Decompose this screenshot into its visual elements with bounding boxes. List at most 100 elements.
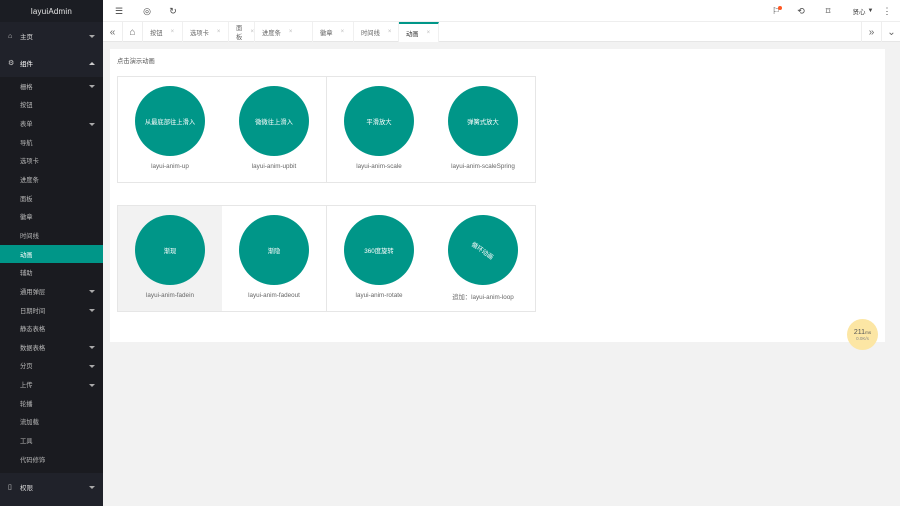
sidebar-item[interactable]: 工具 <box>0 431 103 450</box>
sidebar-item[interactable]: 栅格 <box>0 77 103 96</box>
app-root: layuiAdmin ⌂ 主页 ⚙ 组件 栅格 按钮 表单 导航 选项卡 进度条 面板 徽章时… <box>0 0 900 506</box>
anim-demo-circle[interactable]: 渐现 <box>135 215 205 285</box>
notify-dot <box>778 6 782 10</box>
tag-icon[interactable]: ⌑ <box>822 5 834 17</box>
anim-cell[interactable]: 渐现 layui-anim-fadein <box>118 206 222 311</box>
speed-note: 0.0K/s <box>856 335 869 341</box>
sidebar-item[interactable]: 时间线 <box>0 226 103 245</box>
sidebar-item[interactable]: 选项卡 <box>0 152 103 171</box>
tab-close-icon[interactable]: × <box>171 29 175 35</box>
tab-item[interactable]: 面板 × <box>229 22 255 42</box>
anim-cell[interactable]: 弹簧式放大 layui-anim-scaleSpring <box>431 77 535 182</box>
anim-demo-circle[interactable]: 循环动画 <box>434 201 532 299</box>
sidebar-group-label: 组件 <box>20 61 33 68</box>
user-name: 贤心 <box>852 9 866 16</box>
sidebar-item[interactable]: 动画 <box>0 244 103 264</box>
sidebar-item[interactable]: 日期时间 <box>0 301 103 320</box>
anim-demo-circle[interactable]: 弹簧式放大 <box>448 86 518 156</box>
anim-demo-circle[interactable]: 微微往上滑入 <box>239 86 309 156</box>
tab-close-icon[interactable]: × <box>289 29 293 35</box>
sidebar-item-label: 日期时间 <box>20 307 46 315</box>
sidebar-item[interactable]: 通用弹层 <box>0 282 103 301</box>
tab-close-icon[interactable]: × <box>217 29 221 35</box>
sidebar-item-label: 徽章 <box>20 214 33 222</box>
speed-value: 211ms <box>854 329 871 336</box>
anim-class-caption: layui-anim-scale <box>356 163 402 170</box>
bell-icon[interactable]: ⚐ <box>770 5 782 17</box>
anim-cell[interactable]: 微微往上滑入 layui-anim-upbit <box>222 77 326 182</box>
chevron-down-icon <box>89 290 95 294</box>
sidebar-item[interactable]: 代码修饰 <box>0 450 103 469</box>
anim-cell[interactable]: 循环动画 追加：layui-anim-loop <box>431 201 535 311</box>
anim-demo-circle[interactable]: 从最底部往上滑入 <box>135 86 205 156</box>
sidebar-group-label: 权限 <box>20 485 33 492</box>
sidebar-item-label: 动画 <box>20 251 33 259</box>
tab-item[interactable]: 进度条 × <box>255 22 313 42</box>
anim-cell[interactable]: 从最底部往上滑入 layui-anim-up <box>118 77 222 182</box>
tab-close-icon[interactable]: × <box>388 29 392 35</box>
tab-item[interactable]: 按钮 × <box>143 22 183 42</box>
speed-badge: 211ms 0.0K/s <box>847 319 878 350</box>
anim-cell[interactable]: 平滑放大 layui-anim-scale <box>327 77 431 182</box>
sidebar-item-label: 流加载 <box>20 419 39 427</box>
anim-demo-circle[interactable]: 渐隐 <box>239 215 309 285</box>
sidebar-item[interactable]: 导航 <box>0 133 103 152</box>
anim-row: 从最底部往上滑入 layui-anim-up 微微往上滑入 layui-anim-up… <box>117 76 536 183</box>
tabs-dropdown-icon[interactable]: ⌄ <box>881 22 900 42</box>
user-menu[interactable]: 贤心 ▼ <box>848 5 878 17</box>
tab-label: 按钮 <box>150 29 163 37</box>
home-tab-icon[interactable]: ⌂ <box>123 22 143 42</box>
globe-icon[interactable]: ◎ <box>141 5 153 17</box>
tabs-next-icon[interactable]: » <box>861 22 881 42</box>
anim-demo-circle[interactable]: 360度旋转 <box>344 215 414 285</box>
anim-demo-circle[interactable]: 平滑放大 <box>344 86 414 156</box>
sidebar-group-components[interactable]: ⚙ 组件 <box>0 54 103 72</box>
sidebar-group-label: 主页 <box>20 34 33 41</box>
anim-cell[interactable]: 360度旋转 layui-anim-rotate <box>327 206 431 311</box>
sidebar-item[interactable]: 上传 <box>0 375 103 394</box>
sidebar-item[interactable]: 表单 <box>0 114 103 133</box>
sidebar-item[interactable]: 面板 <box>0 189 103 208</box>
tab-label: 动画 <box>406 30 419 38</box>
sidebar-item-label: 按钮 <box>20 102 33 110</box>
tab-item[interactable]: 徽章 × <box>313 22 354 42</box>
speed-unit: ms <box>865 329 872 335</box>
tabs-prev-icon[interactable]: « <box>103 22 123 42</box>
tab-close-icon[interactable]: × <box>427 30 431 36</box>
top-header: ☰ ◎ ↻ ⚐ ⟲ ⌑ 贤心 ▼ ⋮ <box>103 0 900 22</box>
sidebar-item[interactable]: 静态表格 <box>0 319 103 338</box>
chevron-down-icon <box>89 346 95 350</box>
tab-close-icon[interactable]: × <box>341 29 345 35</box>
sidebar-item-label: 面板 <box>20 195 33 203</box>
more-icon[interactable]: ⋮ <box>882 5 892 17</box>
sidebar-item[interactable]: 轮播 <box>0 394 103 413</box>
anim-cell[interactable]: 渐隐 layui-anim-fadeout <box>222 206 326 311</box>
lock-icon: ▯ <box>8 484 12 491</box>
sidebar-item-label: 数据表格 <box>20 344 46 352</box>
sidebar-item[interactable]: 分页 <box>0 357 103 376</box>
anim-class-caption: layui-anim-fadeout <box>248 292 300 299</box>
theme-icon[interactable]: ⟲ <box>795 5 807 17</box>
tab-item[interactable]: 选项卡 × <box>183 22 229 42</box>
tab-item[interactable]: 时间线 × <box>354 22 399 42</box>
sidebar-item[interactable]: 辅助 <box>0 263 103 282</box>
tab-label: 时间线 <box>361 29 380 37</box>
menu-toggle-icon[interactable]: ☰ <box>113 5 125 17</box>
sidebar-group-permissions[interactable]: ▯ 权限 <box>0 478 103 496</box>
sidebar-item[interactable]: 按钮 <box>0 96 103 115</box>
tab-close-icon[interactable]: × <box>250 29 254 35</box>
tab-label: 选项卡 <box>190 29 209 37</box>
refresh-icon[interactable]: ↻ <box>167 5 179 17</box>
sidebar-item[interactable]: 数据表格 <box>0 338 103 357</box>
sidebar-item[interactable]: 进度条 <box>0 170 103 189</box>
chevron-down-icon <box>89 309 95 312</box>
app-logo[interactable]: layuiAdmin <box>0 0 103 22</box>
sidebar-item[interactable]: 流加载 <box>0 413 103 432</box>
component-icon: ⚙ <box>8 60 15 67</box>
sidebar-group-home[interactable]: ⌂ 主页 <box>0 27 103 45</box>
sidebar-item[interactable]: 徽章 <box>0 207 103 226</box>
sidebar-item-label: 工具 <box>20 437 33 445</box>
tab-item[interactable]: 动画 × <box>399 22 439 42</box>
sidebar: layuiAdmin ⌂ 主页 ⚙ 组件 栅格按钮表单 导航 选项卡 进度条面板徽章时… <box>0 0 103 506</box>
sidebar-item-label: 通用弹层 <box>20 288 46 296</box>
